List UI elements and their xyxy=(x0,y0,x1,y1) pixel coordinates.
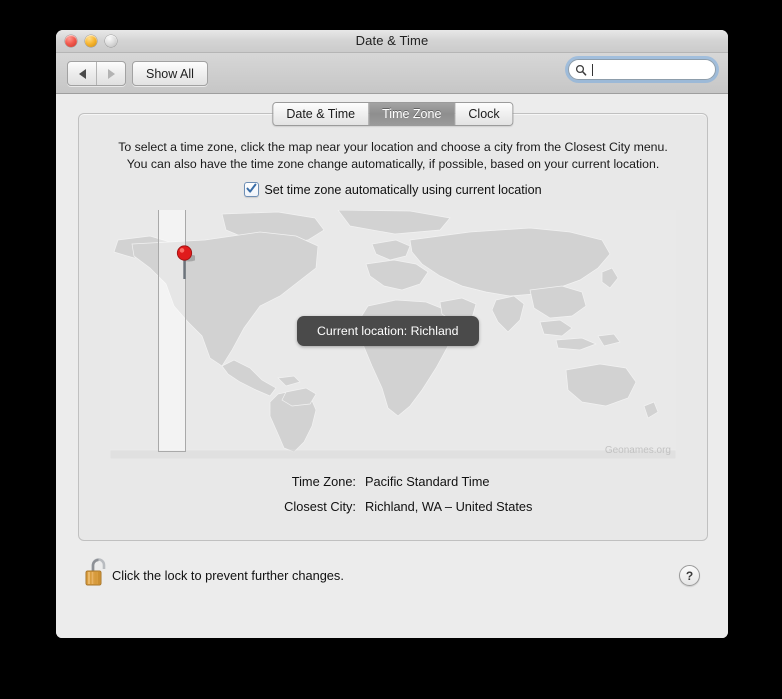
preference-pane-content: Date & Time Time Zone Clock To select a … xyxy=(56,94,728,638)
lock-instruction-text: Click the lock to prevent further change… xyxy=(112,568,344,583)
help-label: ? xyxy=(685,568,694,583)
auto-timezone-row[interactable]: Set time zone automatically using curren… xyxy=(79,182,707,197)
time-zone-row: Time Zone: Pacific Standard Time xyxy=(79,474,707,489)
tab-date-time-label: Date & Time xyxy=(286,107,356,121)
tab-time-zone[interactable]: Time Zone xyxy=(368,103,455,125)
location-pin-icon xyxy=(176,245,195,279)
navigation-button-group xyxy=(67,61,126,86)
lock-open-icon[interactable] xyxy=(84,556,110,590)
search-input[interactable] xyxy=(594,63,704,76)
auto-timezone-label: Set time zone automatically using curren… xyxy=(264,182,542,197)
text-caret xyxy=(592,63,593,76)
map-attribution: Geonames.org xyxy=(604,445,671,456)
search-field[interactable] xyxy=(568,59,716,80)
tab-clock[interactable]: Clock xyxy=(454,103,513,125)
instructions-text: To select a time zone, click the map nea… xyxy=(79,139,707,173)
time-zone-value: Pacific Standard Time xyxy=(365,474,490,489)
closest-city-value[interactable]: Richland, WA – United States xyxy=(365,499,532,514)
show-all-button[interactable]: Show All xyxy=(132,61,208,86)
current-location-text: Current location: Richland xyxy=(317,324,459,338)
closest-city-row: Closest City: Richland, WA – United Stat… xyxy=(79,499,707,514)
help-button[interactable]: ? xyxy=(679,565,700,586)
tab-bar: Date & Time Time Zone Clock xyxy=(272,102,514,126)
instructions-line-1: To select a time zone, click the map nea… xyxy=(118,140,668,154)
search-field-focus-ring xyxy=(568,59,716,80)
back-button[interactable] xyxy=(68,62,96,85)
checkmark-icon xyxy=(246,183,257,193)
window-titlebar: Date & Time xyxy=(56,30,728,53)
tab-date-time[interactable]: Date & Time xyxy=(273,103,369,125)
current-location-callout: Current location: Richland xyxy=(297,316,479,346)
tab-time-zone-label: Time Zone xyxy=(382,107,442,121)
search-icon xyxy=(575,64,587,76)
time-zone-label: Time Zone: xyxy=(291,474,356,489)
instructions-line-2: You can also have the time zone change a… xyxy=(126,157,660,171)
window-toolbar: Show All xyxy=(56,53,728,94)
forward-button[interactable] xyxy=(96,62,125,85)
lock-bar: Click the lock to prevent further change… xyxy=(56,558,728,602)
date-time-preferences-window: Date & Time Show All Date & Time Time Zo… xyxy=(56,30,728,638)
show-all-label: Show All xyxy=(146,66,194,81)
forward-arrow-icon xyxy=(107,68,115,79)
auto-timezone-checkbox[interactable] xyxy=(244,182,260,197)
closest-city-label: Closest City: xyxy=(284,499,356,514)
window-title: Date & Time xyxy=(355,33,429,48)
time-zone-panel: Date & Time Time Zone Clock To select a … xyxy=(78,102,708,541)
world-map[interactable]: Current location: Richland Geonames.org xyxy=(110,210,676,459)
back-arrow-icon xyxy=(78,68,86,79)
tab-clock-label: Clock xyxy=(468,107,500,121)
